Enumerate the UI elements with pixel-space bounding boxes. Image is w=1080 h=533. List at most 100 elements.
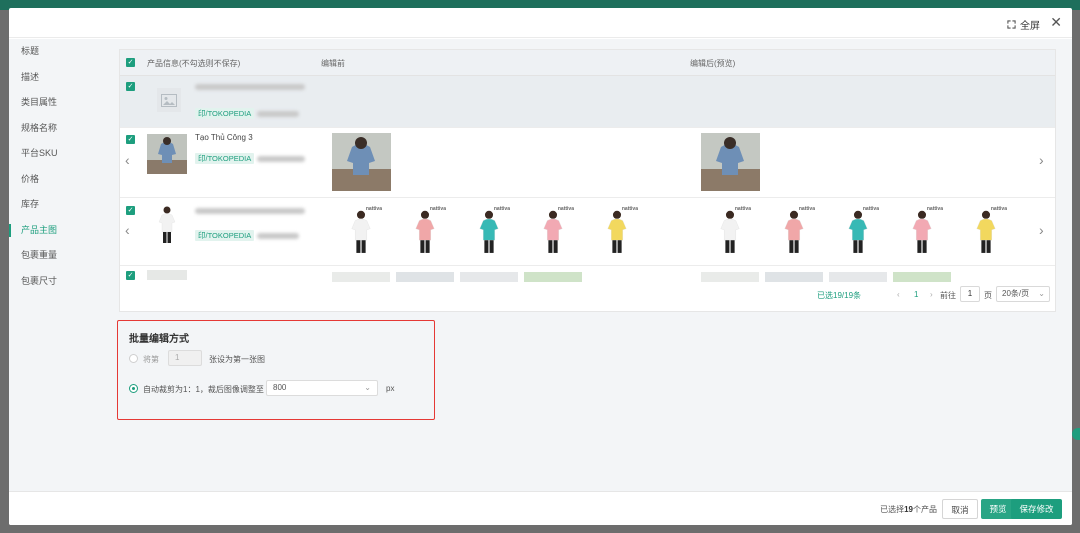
brand-logo: nattiva <box>557 206 574 212</box>
before-image[interactable]: nattiva <box>534 204 574 260</box>
option1-prefix: 将第 <box>143 355 159 364</box>
batch-edit-modal: 全屏 ✕ 标题 描述 类目属性 规格名称 平台SKU 价格 库存 产品主图 包裹重量 包裹尺寸 ✓… <box>9 8 1072 525</box>
table-header: ✓ 产品信息(不勾选则不保存) 编辑前 编辑后(预览) <box>120 50 1055 76</box>
sidebar-item[interactable]: 价格 <box>9 167 107 193</box>
brand-logo: nattiva <box>621 206 638 212</box>
before-image[interactable]: nattiva <box>598 204 638 260</box>
fullscreen-label: 全屏 <box>1020 21 1040 32</box>
selected-prefix: 已选择 <box>880 505 905 514</box>
modal-header: 全屏 ✕ <box>9 8 1072 38</box>
option2-label: 自动裁剪为1：1，裁后图像调整至 <box>143 385 264 394</box>
sidebar-item[interactable]: 描述 <box>9 65 107 91</box>
after-image[interactable]: nattiva <box>839 204 879 260</box>
chevron-left-icon[interactable]: ‹ <box>125 222 130 238</box>
chevron-left-icon[interactable]: ‹ <box>125 152 130 168</box>
row-checkbox[interactable]: ✓ <box>126 135 135 144</box>
sidebar-item[interactable]: 包裹尺寸 <box>9 269 107 295</box>
before-image[interactable]: nattiva <box>342 204 382 260</box>
selected-count: 已选19/19条 <box>817 291 862 300</box>
row-checkbox[interactable]: ✓ <box>126 271 135 280</box>
option1-suffix: 张设为第一张图 <box>209 355 265 364</box>
expand-icon <box>1007 20 1016 29</box>
image-placeholder-icon <box>157 88 181 112</box>
product-thumbnail <box>147 134 187 174</box>
product-id-blurred <box>257 232 299 241</box>
col-product-info: 产品信息(不勾选则不保存) <box>147 59 241 68</box>
brand-logo: nattiva <box>798 206 815 212</box>
table-row: ✓ <box>120 266 1055 282</box>
fullscreen-button[interactable]: 全屏 <box>1007 17 1040 32</box>
close-icon[interactable]: ✕ <box>1050 14 1062 30</box>
selected-product-count: 19 <box>904 505 913 514</box>
size-unit: px <box>386 384 395 393</box>
chevron-right-icon[interactable]: › <box>1039 222 1044 238</box>
batch-title: 批量编辑方式 <box>129 334 189 345</box>
option-set-first-radio[interactable] <box>129 354 138 363</box>
sidebar-item[interactable]: 标题 <box>9 39 107 65</box>
row-checkbox[interactable]: ✓ <box>126 82 135 91</box>
sidebar-item[interactable]: 规格名称 <box>9 116 107 142</box>
floating-help-tab[interactable] <box>1072 428 1080 440</box>
select-all-checkbox[interactable]: ✓ <box>126 58 135 67</box>
image-index-input[interactable]: 1 <box>168 350 202 366</box>
chevron-right-icon[interactable]: › <box>1039 152 1044 168</box>
goto-page-input[interactable]: 1 <box>960 286 980 302</box>
before-image[interactable]: nattiva <box>470 204 510 260</box>
product-thumbnail <box>147 270 187 280</box>
before-image[interactable]: nattiva <box>406 204 446 260</box>
chevron-down-icon: ⌄ <box>1038 289 1045 298</box>
after-image[interactable] <box>701 133 760 191</box>
sidebar-item[interactable]: 产品主图 <box>9 218 107 244</box>
product-name-blurred <box>195 207 305 216</box>
after-image <box>829 272 887 282</box>
cancel-button[interactable]: 取消 <box>942 499 978 519</box>
before-image <box>396 272 454 282</box>
batch-edit-panel: 批量编辑方式 将第 1 张设为第一张图 自动裁剪为1：1，裁后图像调整至 800… <box>117 320 435 420</box>
before-image <box>524 272 582 282</box>
selected-suffix: 个产品 <box>913 505 937 514</box>
image-size-select[interactable]: 800 ⌄ <box>266 380 378 396</box>
table-row: ✓ ‹ Tạo Thủ Công 3 印/TOKOPEDIA › <box>120 128 1055 198</box>
brand-logo: nattiva <box>926 206 943 212</box>
product-name: Tạo Thủ Công 3 <box>195 133 253 142</box>
sidebar-item[interactable]: 包裹重量 <box>9 243 107 269</box>
sidebar-item[interactable]: 库存 <box>9 192 107 218</box>
product-id-blurred <box>257 110 299 119</box>
after-image[interactable]: nattiva <box>775 204 815 260</box>
col-before-edit: 编辑前 <box>321 59 345 68</box>
goto-label: 前往 <box>940 291 956 300</box>
after-image[interactable]: nattiva <box>903 204 943 260</box>
sidebar-item[interactable]: 平台SKU <box>9 141 107 167</box>
row-checkbox[interactable]: ✓ <box>126 206 135 215</box>
preview-button[interactable]: 预览 <box>981 499 1015 519</box>
page-suffix: 页 <box>984 291 992 300</box>
next-page-icon[interactable]: › <box>930 290 933 299</box>
brand-logo: nattiva <box>862 206 879 212</box>
brand-logo: nattiva <box>990 206 1007 212</box>
chevron-down-icon: ⌄ <box>364 383 371 392</box>
prev-page-icon[interactable]: ‹ <box>897 290 900 299</box>
before-image[interactable] <box>332 133 391 191</box>
after-image[interactable]: nattiva <box>711 204 751 260</box>
brand-logo: nattiva <box>734 206 751 212</box>
after-image <box>765 272 823 282</box>
option-auto-crop-radio[interactable] <box>129 384 138 393</box>
selected-products-info: 已选择19个产品 <box>880 504 937 515</box>
sidebar-item[interactable]: 类目属性 <box>9 90 107 116</box>
page-size-select[interactable]: 20条/页 ⌄ <box>996 286 1050 302</box>
brand-logo: nattiva <box>429 206 446 212</box>
after-image <box>701 272 759 282</box>
table-row: ✓ 印/TOKOPEDIA <box>120 76 1055 128</box>
save-changes-button[interactable]: 保存修改 <box>1011 499 1062 519</box>
pagination: 已选19/19条 ‹ 1 › 前往 1 页 20条/页 ⌄ <box>120 286 1055 306</box>
page-number[interactable]: 1 <box>914 290 918 299</box>
before-image <box>332 272 390 282</box>
after-image[interactable]: nattiva <box>967 204 1007 260</box>
brand-logo: nattiva <box>365 206 382 212</box>
after-image <box>893 272 951 282</box>
page-size-value: 20条/页 <box>1002 289 1030 298</box>
table-row: ✓ ‹ 印/TOKOPEDIA nattiva nattiva nattiva nat… <box>120 198 1055 266</box>
product-image-table: ✓ 产品信息(不勾选则不保存) 编辑前 编辑后(预览) ✓ 印/TOKOPEDI… <box>119 49 1056 312</box>
image-size-value: 800 <box>273 383 287 392</box>
platform-tag: 印/TOKOPEDIA <box>195 230 255 241</box>
